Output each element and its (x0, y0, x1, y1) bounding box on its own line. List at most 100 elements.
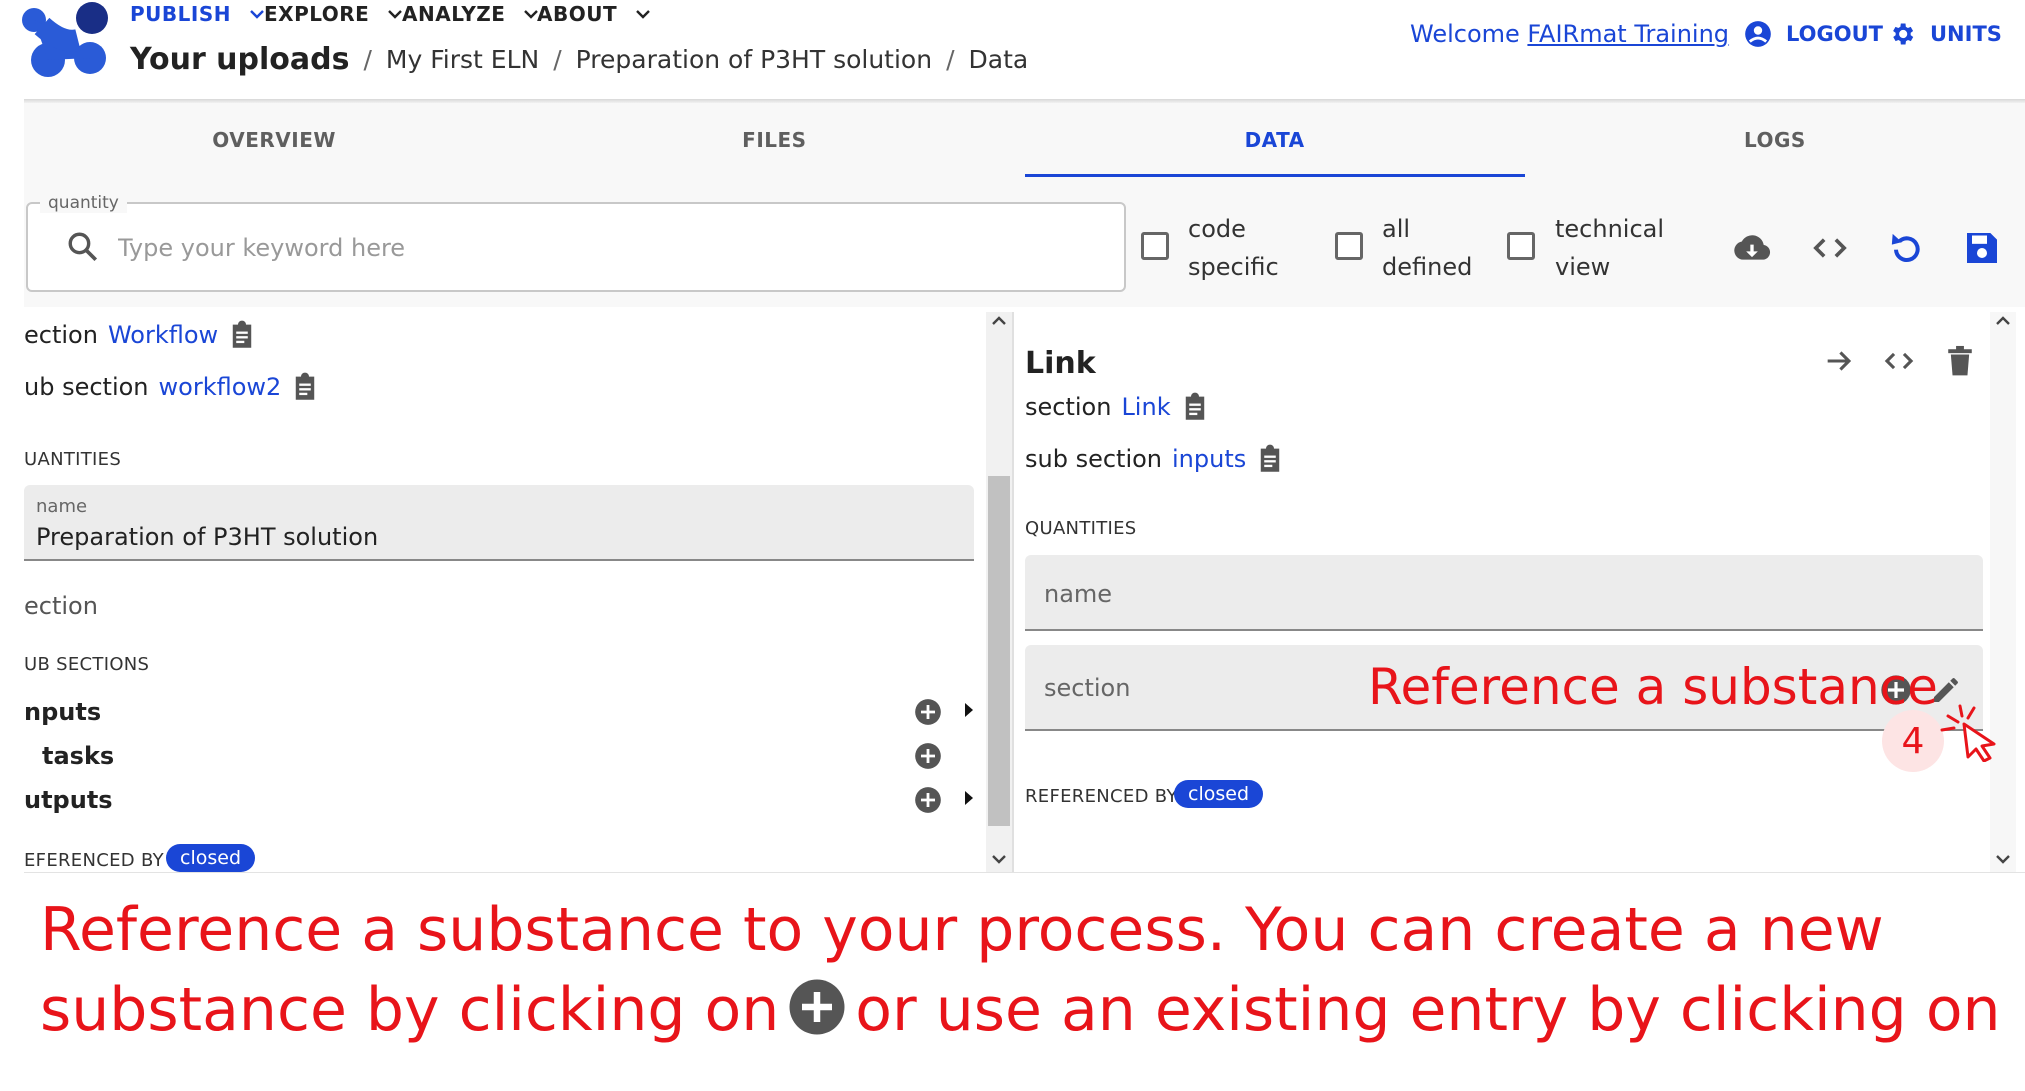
gear-icon (1893, 23, 1914, 45)
nav-analyze[interactable]: ANALYZE (402, 0, 539, 28)
left-quantities-heading: UANTITIES (24, 449, 122, 470)
clipboard-icon[interactable] (228, 320, 256, 350)
tab-overview[interactable]: OVERVIEW (24, 103, 524, 177)
tab-files[interactable]: FILES (524, 103, 1024, 177)
all-defined-checkbox[interactable] (1335, 232, 1363, 260)
right-name-field-label: name (1044, 580, 1113, 608)
right-referenced-by-badge[interactable]: closed (1174, 780, 1263, 808)
subsection-tasks[interactable]: tasks (42, 742, 114, 770)
units-label: UNITS (1930, 22, 2002, 46)
technical-view-label: technical view (1555, 210, 1664, 286)
tab-label: LOGS (1743, 128, 1806, 152)
tab-data[interactable]: DATA (1024, 103, 1526, 177)
left-subsection-label: ub section (24, 373, 149, 401)
logout-label: LOGOUT (1786, 22, 1883, 46)
breadcrumb-your-uploads[interactable]: Your uploads (130, 42, 349, 77)
clipboard-icon[interactable] (291, 372, 319, 402)
search-input[interactable] (118, 230, 1078, 266)
annotation-callout: Reference a substance (1368, 658, 1938, 716)
subsection-inputs[interactable]: nputs (24, 698, 101, 726)
save-icon[interactable] (1962, 228, 2002, 268)
all-defined-label-line1: all (1382, 215, 1411, 243)
right-section-link[interactable]: Link (1121, 393, 1170, 421)
nav-explore-label: EXPLORE (264, 2, 370, 26)
left-referenced-by-label: EFERENCED BY (24, 850, 164, 871)
delete-icon[interactable] (1944, 344, 1976, 378)
nomad-logo[interactable] (22, 0, 110, 82)
tab-label: FILES (742, 128, 807, 152)
welcome-prefix: Welcome (1410, 20, 1528, 48)
right-scrollbar[interactable] (1990, 312, 2016, 872)
nav-publish[interactable]: PUBLISH (130, 0, 265, 28)
technical-view-checkbox[interactable] (1507, 232, 1535, 260)
nav-publish-label: PUBLISH (130, 2, 231, 26)
nav-analyze-label: ANALYZE (402, 2, 506, 26)
breadcrumb-data[interactable]: Data (969, 45, 1029, 74)
breadcrumb-eln[interactable]: My First ELN (386, 45, 539, 74)
left-name-field-label: name (36, 496, 88, 517)
annotation-caption: Reference a substance to your process. Y… (40, 890, 2001, 1050)
code-icon[interactable] (1810, 228, 1850, 268)
nav-about-label: ABOUT (537, 2, 618, 26)
breadcrumb-entry[interactable]: Preparation of P3HT solution (576, 45, 932, 74)
all-defined-label-line2: defined (1382, 253, 1473, 281)
right-section-row: section Link (1025, 392, 1209, 422)
code-specific-label-line2: specific (1188, 253, 1279, 281)
breadcrumb-separator: / (363, 45, 372, 74)
left-name-field-value: Preparation of P3HT solution (36, 523, 379, 551)
subsection-outputs[interactable]: utputs (24, 786, 113, 814)
right-subsection-row: sub section inputs (1025, 444, 1284, 474)
add-circle-icon (787, 977, 847, 1037)
code-specific-label-line1: code (1188, 215, 1246, 243)
scroll-up-icon[interactable] (990, 314, 1008, 328)
tab-label: DATA (1244, 128, 1305, 152)
right-section-label: section (1025, 393, 1112, 421)
code-specific-checkbox[interactable] (1141, 232, 1169, 260)
add-inputs-icon[interactable] (914, 698, 942, 726)
chevron-down-icon (250, 10, 264, 19)
breadcrumb-separator: / (553, 45, 562, 74)
right-name-field[interactable] (1025, 555, 1983, 631)
tab-label: OVERVIEW (212, 128, 336, 152)
code-icon[interactable] (1882, 344, 1916, 378)
technical-view-label-line1: technical (1555, 215, 1665, 243)
right-referenced-by-label: REFERENCED BY (1025, 786, 1178, 807)
add-tasks-icon[interactable] (914, 742, 942, 770)
right-panel-title: Link (1025, 346, 1096, 381)
search-icon (66, 230, 100, 264)
add-outputs-icon[interactable] (914, 786, 942, 814)
expand-inputs-icon[interactable] (962, 700, 976, 720)
chevron-down-icon (636, 10, 650, 19)
cloud-download-icon[interactable] (1732, 228, 1772, 268)
left-section-link[interactable]: Workflow (108, 321, 218, 349)
right-section-field-label: section (1044, 674, 1131, 702)
right-quantities-heading: QUANTITIES (1025, 518, 1137, 539)
left-referenced-by-badge[interactable]: closed (166, 844, 255, 872)
search-field-label: quantity (40, 193, 127, 213)
scroll-down-icon[interactable] (990, 852, 1008, 866)
tab-bar: OVERVIEW FILES DATA LOGS (24, 103, 2025, 177)
caption-line-2: substance by clicking on or use an existi… (40, 970, 2001, 1050)
tab-logs[interactable]: LOGS (1525, 103, 2025, 177)
account-icon (1745, 21, 1771, 47)
click-cursor-icon (1938, 704, 2000, 762)
clipboard-icon[interactable] (1181, 392, 1209, 422)
left-section-row: ection Workflow (24, 320, 256, 350)
content-bottom-border (24, 872, 2025, 873)
left-scrollbar-thumb[interactable] (988, 476, 1010, 826)
nav-about[interactable]: ABOUT (537, 0, 651, 28)
step-number-badge: 4 (1882, 710, 1944, 772)
left-subsection-link[interactable]: workflow2 (159, 373, 282, 401)
clipboard-icon[interactable] (1256, 444, 1284, 474)
left-subsections-heading: UB SECTIONS (24, 654, 150, 675)
right-subsection-link[interactable]: inputs (1172, 445, 1246, 473)
logout-button[interactable]: LOGOUT (1744, 20, 1883, 48)
reload-icon[interactable] (1886, 228, 1926, 268)
nav-explore[interactable]: EXPLORE (264, 0, 403, 28)
expand-outputs-icon[interactable] (962, 788, 976, 808)
welcome-user-link[interactable]: FAIRmat Training (1527, 20, 1729, 48)
scroll-up-icon[interactable] (1994, 314, 2012, 328)
arrow-right-icon[interactable] (1822, 344, 1856, 378)
units-button[interactable]: UNITS (1888, 20, 2002, 48)
scroll-down-icon[interactable] (1994, 852, 2012, 866)
